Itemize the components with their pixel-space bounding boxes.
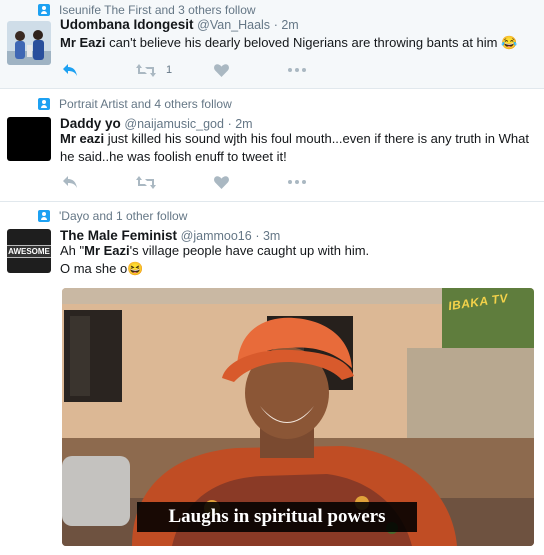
mention[interactable]: Mr Eazi [60,35,106,50]
timestamp[interactable]: · 3m [255,229,280,243]
tweet[interactable]: Portrait Artist and 4 others follow Dadd… [0,89,544,202]
tweet[interactable]: Iseunife The First and 3 others follow U… [0,0,544,89]
user-handle[interactable]: @Van_Haals [197,18,270,32]
timestamp[interactable]: · 2m [274,18,299,32]
avatar[interactable] [7,21,51,65]
reply-button[interactable] [62,174,78,190]
tweet-header: Daddy yo @naijamusic_god · 2m [60,116,253,131]
social-context-text: Portrait Artist and 4 others follow [59,97,232,111]
media-caption: Laughs in spiritual powers [168,506,386,527]
more-button[interactable] [288,62,306,78]
follow-context-icon [38,210,50,222]
follow-context-icon [38,4,50,16]
avatar[interactable] [7,117,51,161]
social-context: 'Dayo and 1 other follow [38,209,187,223]
mention[interactable]: Mr Eazi [84,243,130,258]
mention[interactable]: Mr eazi [60,131,104,146]
retweet-button[interactable]: 1 [136,62,172,78]
follow-context-icon [38,98,50,110]
tweet-media-image[interactable]: IBAKA TV Laughs in spiritual powers [62,288,534,546]
retweet-icon [136,63,156,77]
tweet-text: Mr eazi just killed his sound wjth his f… [60,131,529,164]
tweet-header: Udombana Idongesit @Van_Haals · 2m [60,17,299,32]
user-handle[interactable]: @naijamusic_god [124,117,224,131]
timestamp[interactable]: · 2m [228,117,253,131]
reply-button[interactable] [62,62,78,78]
display-name[interactable]: The Male Feminist [60,228,177,243]
social-context: Iseunife The First and 3 others follow [38,3,256,17]
retweet-icon [136,175,156,189]
tweet-text: Mr Eazi can't believe his dearly beloved… [60,35,518,50]
tweet-text: Ah "Mr Eazi's village people have caught… [60,243,370,276]
display-name[interactable]: Daddy yo [60,116,121,131]
tweet[interactable]: 'Dayo and 1 other follow AWESOME The Mal… [0,202,544,555]
social-context-text: 'Dayo and 1 other follow [59,209,188,223]
more-icon [288,180,306,184]
user-handle[interactable]: @jammoo16 [181,229,252,243]
avatar-logo-text: AWESOME [7,244,51,258]
avatar[interactable]: AWESOME [7,229,51,273]
media-caption-box: Laughs in spiritual powers [137,502,417,532]
like-button[interactable] [214,62,229,78]
like-button[interactable] [214,174,229,190]
like-icon [214,175,229,189]
more-icon [288,68,306,72]
social-context-text: Iseunife The First and 3 others follow [59,3,256,17]
retweet-button[interactable] [136,174,156,190]
reply-icon [63,64,77,76]
reply-icon [63,176,77,188]
retweet-count: 1 [166,64,173,76]
tweet-header: The Male Feminist @jammoo16 · 3m [60,228,280,243]
social-context: Portrait Artist and 4 others follow [38,97,232,111]
display-name[interactable]: Udombana Idongesit [60,17,194,32]
more-button[interactable] [288,174,306,190]
like-icon [214,63,229,77]
